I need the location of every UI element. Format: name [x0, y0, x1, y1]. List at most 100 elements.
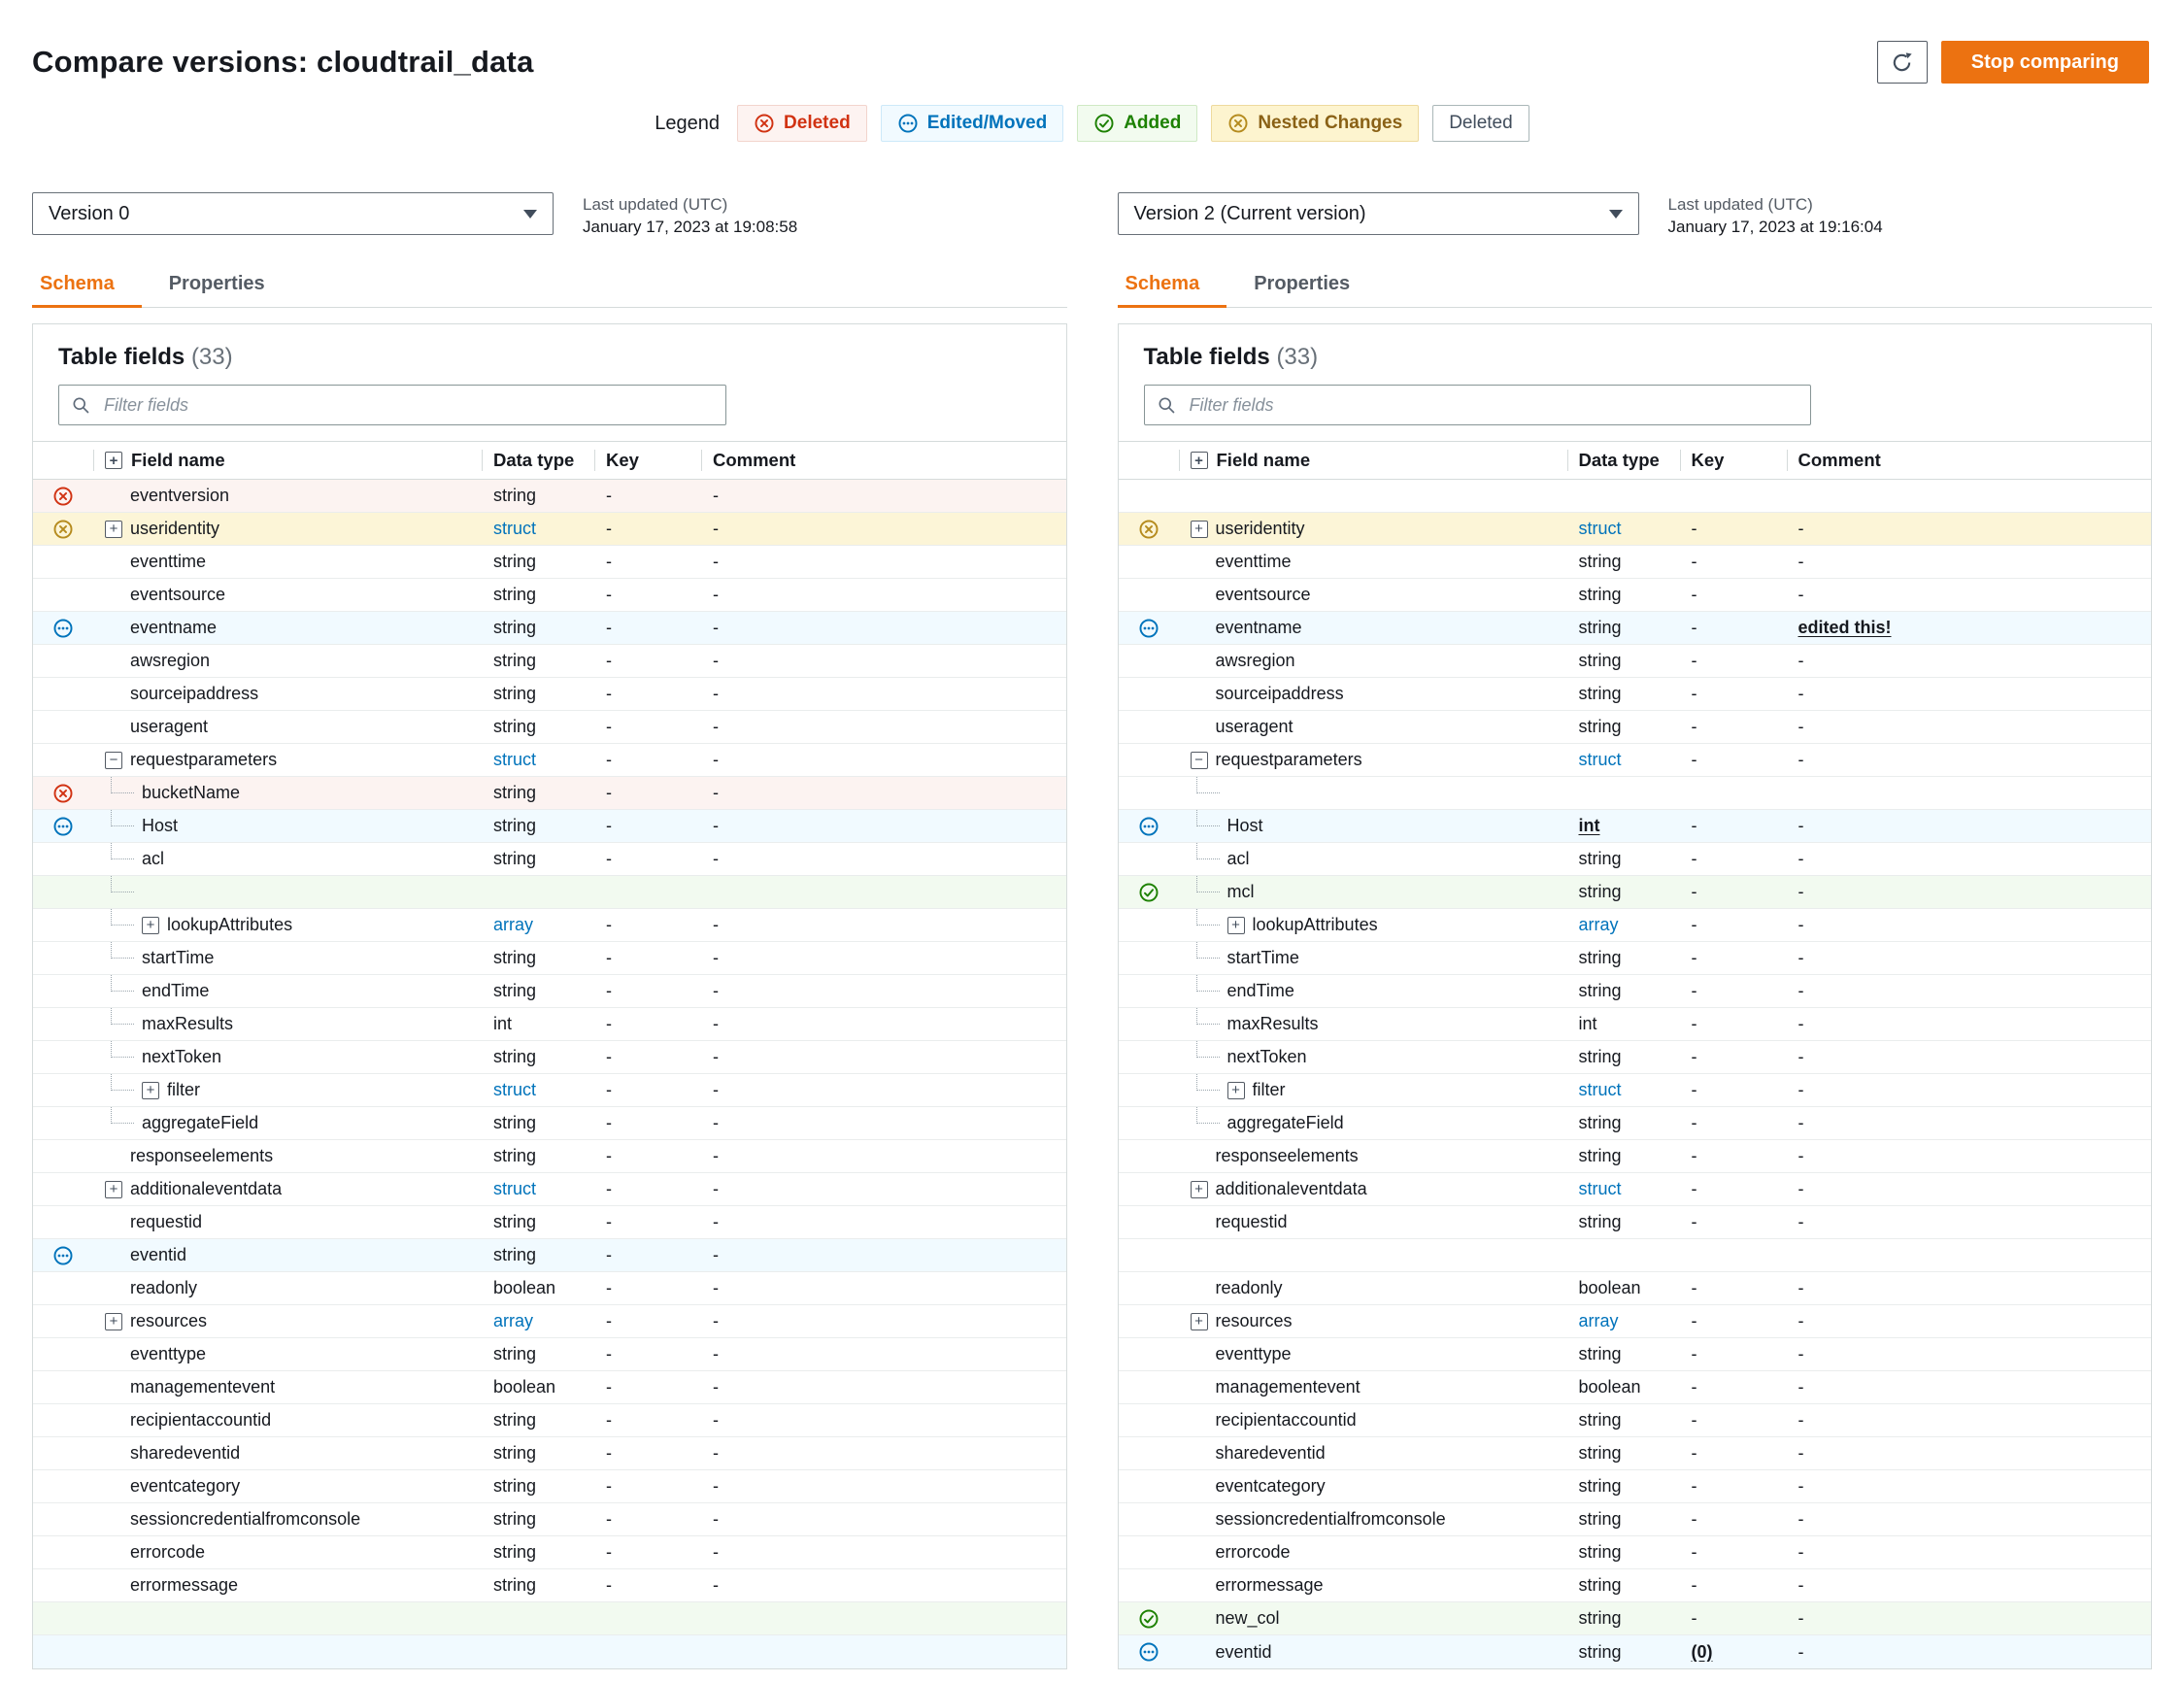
row-status-cell — [33, 1140, 93, 1172]
row-status-cell — [1119, 1536, 1179, 1568]
comment-value-cell: - — [701, 1272, 1066, 1304]
field-row-useragent: useragent string - - — [33, 711, 1066, 744]
key-value-cell: - — [1680, 876, 1787, 908]
key-value-cell: - — [1680, 1272, 1787, 1304]
comment-value-cell: - — [1787, 1173, 2152, 1205]
row-status-cell — [1119, 1437, 1179, 1469]
data-type: string — [1578, 1344, 1622, 1363]
data-type-cell: string — [1567, 711, 1680, 743]
field-row-acl: acl string - - — [33, 843, 1066, 876]
expand-toggle[interactable]: + — [105, 1180, 122, 1198]
expand-toggle[interactable]: + — [1226, 1081, 1245, 1099]
refresh-button[interactable] — [1876, 41, 1928, 84]
field-name: lookupAttributes — [1252, 915, 1378, 934]
field-name-cell: acl — [1179, 843, 1567, 875]
expand-toggle[interactable]: + — [1190, 520, 1208, 538]
row-status-cell — [33, 1305, 93, 1337]
field-name-cell: new_col — [1179, 1602, 1567, 1634]
expand-all-toggle[interactable]: + — [1190, 452, 1208, 469]
comment-value-cell: - — [701, 942, 1066, 974]
data-type: string — [1578, 1047, 1622, 1066]
key-value: - — [606, 1311, 612, 1330]
key-value: - — [606, 552, 612, 571]
filter-fields-input[interactable] — [58, 385, 726, 425]
comment-value-cell: - — [701, 513, 1066, 545]
expand-toggle[interactable]: + — [1190, 1312, 1208, 1330]
field-name: awsregion — [130, 651, 211, 670]
row-status-cell — [33, 1206, 93, 1238]
table-body: eventversion string - - + useridentity struct -… — [33, 480, 1066, 1668]
tab-schema[interactable]: Schema — [1117, 263, 1227, 308]
nested-icon — [1139, 520, 1158, 538]
data-type: string — [1578, 1443, 1622, 1463]
row-status-cell — [33, 1107, 93, 1139]
expand-toggle[interactable]: − — [1190, 751, 1208, 769]
comment-value: - — [1798, 1080, 1804, 1099]
data-type-cell: string — [482, 1437, 594, 1469]
field-name-cell: endTime — [93, 975, 482, 1007]
column-header-key: Key — [606, 450, 639, 470]
comment-value-cell: - — [701, 579, 1066, 611]
key-value-cell: - — [1680, 711, 1787, 743]
key-value: - — [606, 1509, 612, 1529]
expand-toggle[interactable]: + — [105, 1312, 122, 1330]
column-header-data-type: Data type — [493, 450, 575, 470]
comment-value-cell: - — [701, 645, 1066, 677]
data-type-cell: string — [1567, 579, 1680, 611]
key-value: - — [1691, 618, 1697, 637]
field-name: errormessage — [130, 1575, 239, 1595]
expand-toggle[interactable]: + — [105, 520, 122, 538]
data-type: string — [1578, 1641, 1622, 1662]
field-name: Host — [1226, 816, 1263, 835]
data-type: string — [493, 1212, 537, 1231]
data-type-cell: string — [1567, 843, 1680, 875]
tab-properties[interactable]: Properties — [142, 263, 292, 307]
key-value-cell: - — [594, 1371, 701, 1403]
comment-value: - — [1798, 519, 1804, 538]
tab-schema[interactable]: Schema — [32, 263, 142, 308]
filter-fields-input[interactable] — [1143, 385, 1812, 425]
key-value-cell: - — [1680, 513, 1787, 545]
field-name: eventid — [130, 1245, 187, 1264]
added-icon — [1139, 1609, 1158, 1628]
field-name: eventtime — [130, 552, 207, 571]
legend-item-label: Nested Changes — [1258, 113, 1403, 133]
comment-value: - — [713, 1509, 719, 1529]
key-value-cell: - — [594, 1338, 701, 1370]
data-type-cell: int — [1567, 1008, 1680, 1040]
key-value-cell: - — [594, 1008, 701, 1040]
row-status-cell — [1119, 612, 1179, 644]
tree-guide — [111, 1008, 134, 1025]
field-name-cell: responseelements — [93, 1140, 482, 1172]
field-name: eventname — [130, 618, 218, 637]
field-name: useridentity — [1215, 519, 1305, 538]
expand-toggle[interactable]: + — [1190, 1180, 1208, 1198]
field-name: sessioncredentialfromconsole — [1215, 1509, 1446, 1529]
comment-value-cell: - — [1787, 1371, 2152, 1403]
expand-all-toggle[interactable]: + — [105, 452, 122, 469]
expand-toggle[interactable]: + — [142, 916, 159, 934]
row-status-cell — [1119, 1470, 1179, 1502]
version-select[interactable]: Version 0 — [32, 192, 554, 235]
field-name: sourceipaddress — [130, 684, 259, 703]
version-select[interactable]: Version 2 (Current version) — [1117, 192, 1639, 235]
data-type: array — [493, 1311, 534, 1330]
row-status-cell — [33, 843, 93, 875]
comment-value-cell: - — [701, 975, 1066, 1007]
expand-toggle[interactable]: + — [142, 1081, 159, 1099]
tab-properties[interactable]: Properties — [1226, 263, 1377, 307]
data-type: string — [493, 1542, 537, 1562]
field-row-eventsource: eventsource string - - — [33, 579, 1066, 612]
field-row-additionaleventdata: + additionaleventdata struct - - — [1118, 1173, 2152, 1206]
field-name-cell: acl — [93, 843, 482, 875]
data-type-cell: string — [1567, 1437, 1680, 1469]
nested-icon — [53, 520, 73, 538]
data-type-cell: struct — [1567, 513, 1680, 545]
added-icon — [1139, 883, 1158, 901]
expand-toggle[interactable]: + — [1226, 916, 1245, 934]
tree-guide — [111, 1107, 134, 1124]
field-name-cell: recipientaccountid — [93, 1404, 482, 1436]
stop-comparing-button[interactable]: Stop comparing — [1940, 41, 2149, 84]
expand-toggle[interactable]: − — [105, 751, 122, 769]
tree-guide — [111, 1041, 134, 1058]
